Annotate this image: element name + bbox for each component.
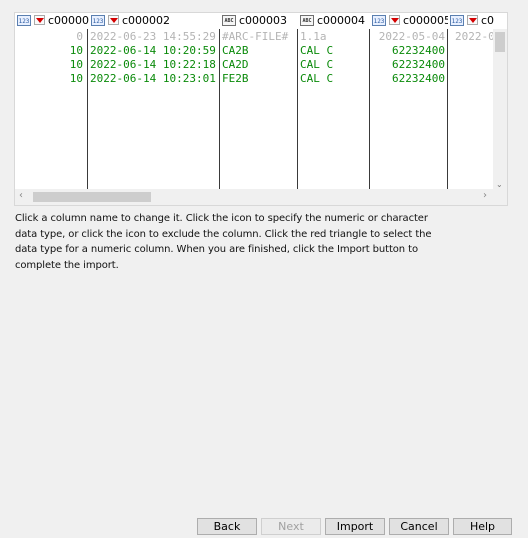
- cancel-button[interactable]: Cancel: [389, 518, 449, 535]
- column-header-6[interactable]: 123 c0: [448, 13, 494, 29]
- cell: 62232400: [392, 44, 445, 57]
- chevron-left-icon[interactable]: ‹: [19, 190, 23, 201]
- chevron-down-icon[interactable]: ⌄: [496, 180, 503, 189]
- column-divider[interactable]: [219, 29, 220, 191]
- character-type-icon[interactable]: ABC: [222, 15, 236, 26]
- scroll-thumb[interactable]: [495, 32, 505, 52]
- cell: 62232400: [392, 58, 445, 71]
- column-header-2[interactable]: 123 c000002: [89, 13, 219, 29]
- data-preview: 123c000001 123c000002 ABCc000003 ABCc000…: [14, 12, 508, 206]
- column-header-3[interactable]: ABC c000003: [220, 13, 297, 29]
- column-name[interactable]: c0: [481, 13, 494, 29]
- cell: #ARC-FILE#: [222, 30, 289, 43]
- column-name[interactable]: c000004: [317, 13, 365, 29]
- column-header-5[interactable]: 123 c000005: [370, 13, 448, 29]
- instructions-text: Click a column name to change it. Click …: [15, 213, 432, 271]
- cell: CAL C: [300, 58, 334, 71]
- back-button[interactable]: Back: [197, 518, 257, 535]
- cell: 2022-0: [455, 30, 493, 43]
- red-triangle-menu-icon[interactable]: [389, 15, 400, 25]
- column-header-1[interactable]: 123 c000001: [15, 13, 89, 29]
- vertical-scrollbar[interactable]: ⌄: [493, 29, 507, 191]
- character-type-icon[interactable]: ABC: [300, 15, 314, 26]
- cell: CA2D: [222, 58, 249, 71]
- column-divider[interactable]: [87, 29, 88, 191]
- cell: CA2B: [222, 44, 249, 57]
- red-triangle-menu-icon[interactable]: [34, 15, 45, 25]
- column-name[interactable]: c000002: [122, 13, 170, 29]
- help-button[interactable]: Help: [453, 518, 512, 535]
- cell: FE2B: [222, 72, 249, 85]
- numeric-type-icon[interactable]: 123: [372, 15, 386, 26]
- column-divider[interactable]: [447, 29, 448, 191]
- numeric-type-icon[interactable]: 123: [91, 15, 105, 26]
- column-divider[interactable]: [369, 29, 370, 191]
- cell: 2022-06-14 10:22:18: [90, 58, 216, 71]
- cell: 62232400: [392, 72, 445, 85]
- cell: 10: [69, 58, 83, 71]
- cell: 2022-06-14 10:23:01: [90, 72, 216, 85]
- chevron-right-icon[interactable]: ›: [483, 190, 487, 201]
- cell: CAL C: [300, 72, 334, 85]
- cell: 2022-06-23 14:55:29: [90, 30, 216, 43]
- column-name[interactable]: c000005: [403, 13, 448, 29]
- cell: 10: [69, 44, 83, 57]
- numeric-type-icon[interactable]: 123: [450, 15, 464, 26]
- cell: 2022-06-14 10:20:59: [90, 44, 216, 57]
- column-divider[interactable]: [297, 29, 298, 191]
- horizontal-scrollbar[interactable]: ‹ ›: [15, 189, 507, 205]
- cell: 1.1a: [300, 30, 327, 43]
- import-button[interactable]: Import: [325, 518, 385, 535]
- scroll-thumb[interactable]: [33, 192, 151, 202]
- red-triangle-menu-icon[interactable]: [467, 15, 478, 25]
- cell: 10: [69, 72, 83, 85]
- numeric-type-icon[interactable]: 123: [17, 15, 31, 26]
- red-triangle-menu-icon[interactable]: [108, 15, 119, 25]
- cell: CAL C: [300, 44, 334, 57]
- cell: 0: [76, 30, 83, 43]
- column-header-4[interactable]: ABC c000004: [298, 13, 369, 29]
- column-name[interactable]: c000003: [239, 13, 287, 29]
- column-name[interactable]: c000001: [48, 13, 89, 29]
- cell: 2022-05-04: [378, 30, 445, 43]
- next-button[interactable]: Next: [261, 518, 321, 535]
